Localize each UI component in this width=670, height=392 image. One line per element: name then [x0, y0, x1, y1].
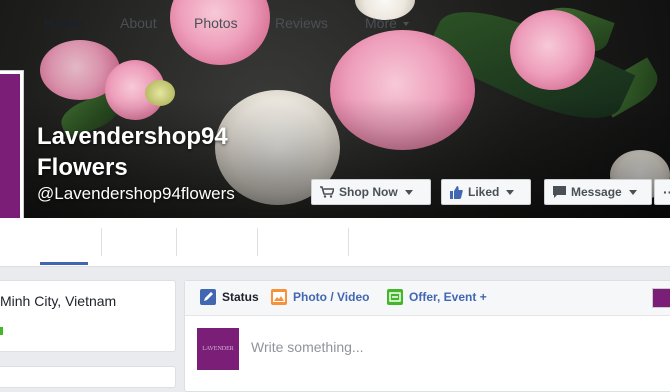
- message-icon: [553, 186, 566, 198]
- chevron-down-icon: [628, 189, 637, 195]
- status-label: Status: [222, 290, 259, 304]
- location-text: Minh City, Vietnam: [0, 293, 117, 309]
- tab-about[interactable]: About: [120, 0, 157, 48]
- status-indicator: [0, 327, 3, 335]
- chevron-down-icon: [404, 189, 413, 195]
- message-button[interactable]: Message: [544, 179, 652, 205]
- shop-now-button[interactable]: Shop Now: [311, 179, 431, 205]
- more-icon: ···: [663, 184, 670, 200]
- chevron-down-icon: [506, 189, 515, 195]
- message-label: Message: [571, 185, 622, 199]
- tab-divider: [348, 228, 349, 256]
- offer-event-label: Offer, Event +: [409, 290, 487, 304]
- more-actions-button[interactable]: ···: [654, 179, 670, 205]
- liked-button[interactable]: Liked: [441, 179, 531, 205]
- pencil-icon: [200, 289, 216, 305]
- tab-reviews[interactable]: Reviews: [275, 0, 328, 48]
- tab-divider: [257, 228, 258, 256]
- status-input[interactable]: Write something...: [251, 339, 364, 355]
- page-handle[interactable]: @Lavendershop94flowers: [37, 184, 235, 204]
- active-tab-indicator: [40, 262, 88, 265]
- composer-tab-status[interactable]: Status: [200, 289, 259, 305]
- thumbs-up-icon: [450, 185, 463, 199]
- about-card: [0, 280, 176, 352]
- tab-divider: [101, 228, 102, 256]
- page-identity-avatar[interactable]: [652, 288, 670, 308]
- offer-icon: [387, 289, 403, 305]
- info-card: [0, 366, 176, 388]
- tab-divider: [176, 228, 177, 256]
- composer-tab-offer-event[interactable]: Offer, Event +: [387, 289, 487, 305]
- page-title[interactable]: Lavendershop94 Flowers: [37, 121, 277, 183]
- tab-more[interactable]: More: [365, 0, 409, 48]
- tab-home[interactable]: Home: [44, 0, 83, 48]
- shop-now-label: Shop Now: [339, 185, 398, 199]
- rose: [510, 10, 595, 90]
- photo-video-label: Photo / Video: [293, 290, 370, 304]
- tab-more-label: More: [365, 15, 397, 31]
- liked-label: Liked: [468, 185, 500, 199]
- composer-avatar: LAVENDER: [197, 328, 239, 370]
- tab-photos[interactable]: Photos: [194, 0, 238, 48]
- chevron-down-icon: [402, 22, 409, 27]
- cart-icon: [320, 186, 334, 198]
- composer-tab-photo-video[interactable]: Photo / Video: [271, 289, 369, 305]
- photo-icon: [271, 289, 287, 305]
